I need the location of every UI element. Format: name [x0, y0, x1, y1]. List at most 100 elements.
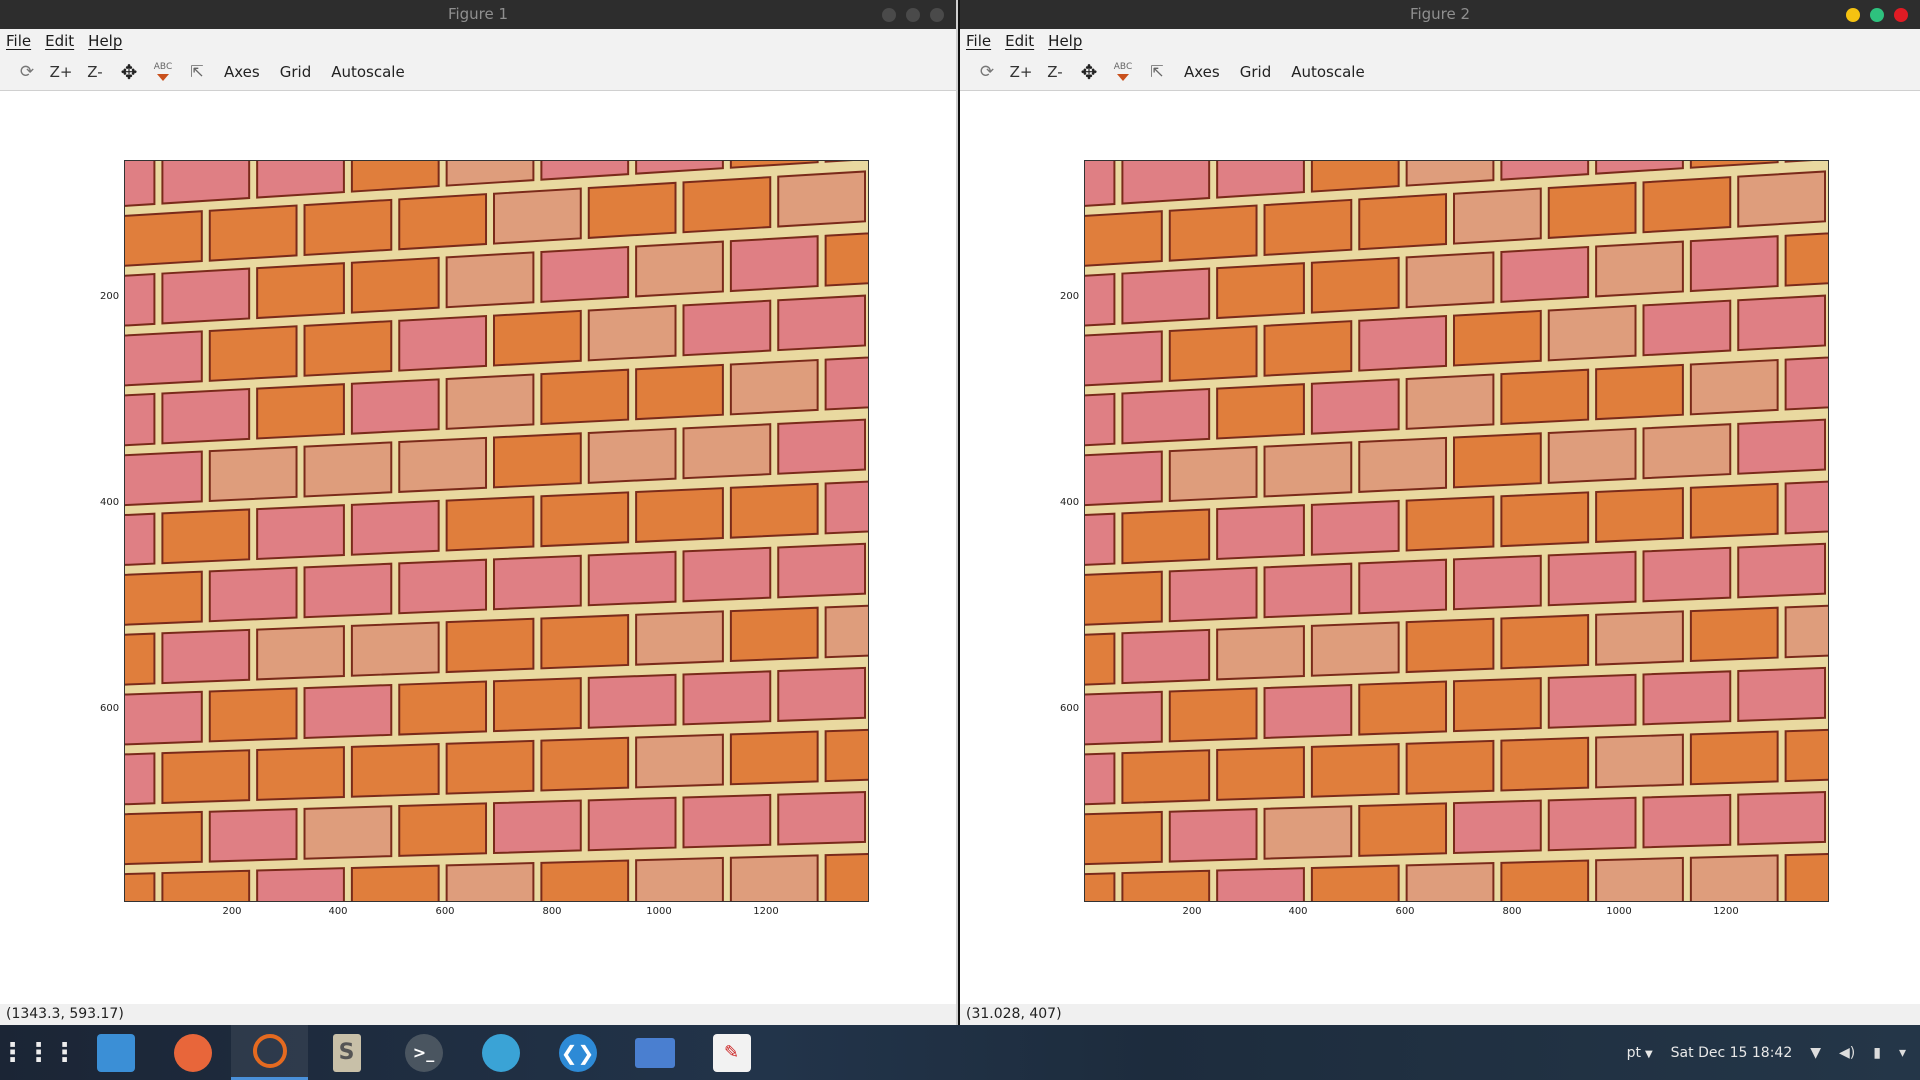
finder-icon — [481, 1033, 520, 1072]
text-tool-icon[interactable]: ABC — [146, 58, 180, 86]
maximize-button[interactable] — [1870, 8, 1884, 22]
brick — [1737, 666, 1827, 722]
brick — [1216, 867, 1305, 901]
sublime-app[interactable]: S — [308, 1025, 385, 1080]
brick — [445, 862, 535, 901]
pdf-viewer-app[interactable]: ✎ — [693, 1025, 770, 1080]
x-tick-label: 800 — [1502, 906, 1522, 917]
text-tool-icon[interactable]: ABC — [1106, 58, 1140, 86]
menu-help[interactable]: Help — [88, 32, 122, 50]
menu-help[interactable]: Help — [1048, 32, 1082, 50]
battery-icon[interactable]: ▮ — [1873, 1045, 1881, 1061]
minimize-button[interactable] — [882, 8, 896, 22]
brick — [587, 550, 677, 607]
clock[interactable]: Sat Dec 15 18:42 — [1671, 1045, 1793, 1061]
brick — [1121, 628, 1211, 685]
window-title: Figure 1 — [447, 5, 509, 23]
finder-app[interactable] — [462, 1025, 539, 1080]
brick — [824, 480, 868, 535]
figure-toolbar: ⟳ Z+ Z- ✥ ABC ⇱ Axes Grid Autoscale — [960, 53, 1920, 91]
brick — [540, 614, 630, 670]
brick — [1085, 512, 1116, 566]
vscode-app[interactable]: ❮❯ — [539, 1025, 616, 1080]
app-grid-button[interactable]: ⋮⋮⋮ — [0, 1025, 78, 1080]
brick — [1085, 210, 1163, 267]
files-app[interactable] — [77, 1025, 154, 1080]
brick — [635, 856, 724, 901]
text-tool-marker — [157, 73, 169, 81]
titlebar[interactable]: Figure 1 — [0, 0, 956, 29]
wifi-icon[interactable]: ▼ — [1810, 1045, 1821, 1061]
brick — [635, 363, 724, 421]
grid-button[interactable]: Grid — [270, 63, 321, 81]
brick — [350, 499, 440, 556]
brick — [1121, 387, 1211, 445]
pan-icon[interactable]: ✥ — [112, 58, 146, 86]
brick — [540, 859, 630, 901]
chevron-down-icon[interactable]: ▾ — [1899, 1045, 1906, 1061]
brick — [1405, 617, 1495, 674]
app-grid-icon: ⋮⋮⋮ — [0, 1037, 78, 1068]
axes-button[interactable]: Axes — [214, 63, 270, 81]
select-arrow-icon[interactable]: ⇱ — [180, 58, 214, 86]
brick — [729, 854, 819, 901]
screenshot-icon — [634, 1037, 675, 1068]
figure-canvas[interactable]: 200 400 600 200 400 600 800 1000 1200 — [960, 92, 1920, 1004]
octave-app[interactable] — [231, 1025, 308, 1080]
menu-file[interactable]: File — [966, 32, 991, 50]
brick — [1784, 356, 1828, 411]
minimize-button[interactable] — [1846, 8, 1860, 22]
brick — [1642, 793, 1732, 849]
screenshot-app[interactable] — [616, 1025, 693, 1080]
brick — [1358, 193, 1448, 251]
select-arrow-icon[interactable]: ⇱ — [1140, 58, 1174, 86]
maximize-button[interactable] — [906, 8, 920, 22]
brick — [125, 392, 156, 447]
brick — [125, 570, 203, 626]
brick — [1784, 728, 1828, 783]
figure-canvas[interactable]: 200 400 600 200 400 600 800 1000 1200 — [0, 92, 956, 1004]
menu-file[interactable]: File — [6, 32, 31, 50]
brick — [445, 495, 535, 552]
y-tick-label: 200 — [100, 291, 120, 302]
autoscale-button[interactable]: Autoscale — [1281, 63, 1374, 81]
close-button[interactable] — [930, 8, 944, 22]
keyboard-layout-label: pt — [1626, 1044, 1641, 1061]
menubar: File Edit Help — [0, 29, 956, 53]
brick — [1263, 441, 1353, 498]
brick — [1168, 445, 1258, 503]
zoom-in-button[interactable]: Z+ — [44, 58, 78, 86]
brick — [1263, 683, 1353, 739]
brick — [1358, 436, 1448, 493]
grid-button[interactable]: Grid — [1230, 63, 1281, 81]
autoscale-button[interactable]: Autoscale — [321, 63, 414, 81]
keyboard-layout-menu[interactable]: pt ▼ — [1627, 1045, 1653, 1061]
zoom-in-button[interactable]: Z+ — [1004, 58, 1038, 86]
close-button[interactable] — [1894, 8, 1908, 22]
pan-icon[interactable]: ✥ — [1072, 58, 1106, 86]
zoom-out-button[interactable]: Z- — [78, 58, 112, 86]
titlebar[interactable]: Figure 2 — [960, 0, 1920, 29]
brick — [1310, 864, 1400, 901]
menu-edit[interactable]: Edit — [1005, 32, 1034, 50]
brick — [1784, 604, 1828, 659]
brick — [1500, 245, 1590, 303]
rotate-icon[interactable]: ⟳ — [10, 58, 44, 86]
image-axes[interactable] — [124, 160, 869, 902]
x-tick-label: 200 — [1182, 906, 1202, 917]
zoom-out-button[interactable]: Z- — [1038, 58, 1072, 86]
volume-icon[interactable]: ◀) — [1839, 1045, 1855, 1061]
image-axes[interactable] — [1084, 160, 1829, 902]
brick — [493, 432, 582, 489]
menu-edit[interactable]: Edit — [45, 32, 74, 50]
terminal-app[interactable]: >_ — [385, 1025, 462, 1080]
brick — [824, 853, 868, 901]
firefox-app[interactable] — [154, 1025, 231, 1080]
brick — [1358, 314, 1448, 372]
axes-button[interactable]: Axes — [1174, 63, 1230, 81]
rotate-icon[interactable]: ⟳ — [970, 58, 1004, 86]
brick — [1121, 161, 1211, 205]
brick — [1310, 499, 1400, 556]
x-tick-label: 600 — [1395, 906, 1415, 917]
brick — [777, 294, 867, 352]
